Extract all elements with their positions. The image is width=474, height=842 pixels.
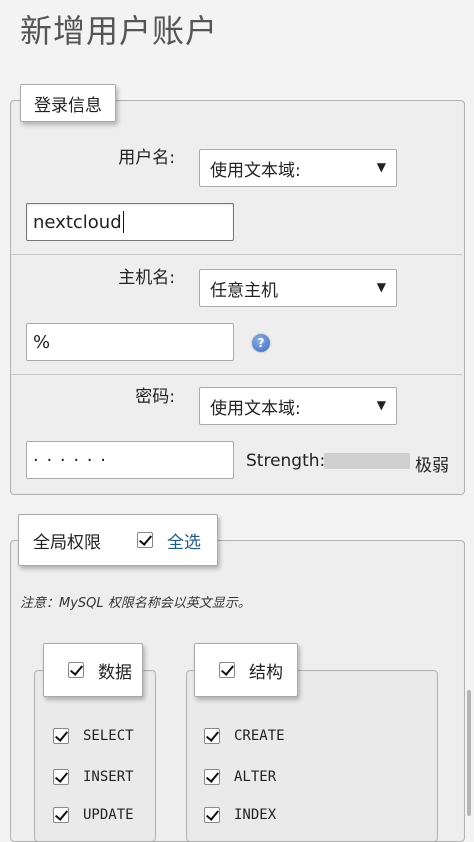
update-privilege-checkbox[interactable]	[53, 807, 69, 823]
caret-down-icon: ▼	[376, 160, 386, 174]
data-group-legend: 数据	[43, 643, 143, 697]
divider	[11, 374, 462, 375]
username-input[interactable]: nextcloud	[26, 203, 234, 241]
select-all-checkbox[interactable]	[137, 532, 153, 548]
password-value: · · · · · ·	[33, 449, 107, 471]
hostname-input[interactable]: %	[26, 323, 234, 361]
structure-group-checkbox[interactable]	[219, 662, 235, 678]
privilege-label: INDEX	[234, 807, 277, 823]
vertical-scrollbar[interactable]	[467, 690, 471, 816]
select-privilege-checkbox[interactable]	[53, 728, 69, 744]
username-value: nextcloud	[33, 211, 122, 233]
privilege-row-alter[interactable]: ALTER	[204, 769, 276, 785]
index-privilege-checkbox[interactable]	[204, 807, 220, 823]
login-info-legend-text: 登录信息	[34, 95, 102, 116]
privilege-row-update[interactable]: UPDATE	[53, 807, 134, 823]
caret-down-icon: ▼	[376, 280, 386, 294]
select-all-link[interactable]: 全选	[167, 528, 201, 553]
privilege-row-insert[interactable]: INSERT	[53, 769, 134, 785]
hostname-value: %	[33, 331, 51, 353]
privilege-row-select[interactable]: SELECT	[53, 728, 134, 744]
privilege-label: UPDATE	[83, 807, 134, 823]
global-privileges-legend-text: 全局权限	[33, 532, 101, 553]
strength-value: 极弱	[415, 456, 449, 476]
hostname-label: 主机名:	[118, 268, 175, 288]
privilege-label: CREATE	[234, 728, 285, 744]
password-type-select[interactable]: 使用文本域: ▼	[199, 387, 397, 425]
privilege-label: INSERT	[83, 769, 134, 785]
text-cursor	[122, 211, 125, 233]
privilege-note: 注意：MySQL 权限名称会以英文显示。	[20, 596, 251, 611]
help-icon[interactable]: ?	[252, 334, 270, 352]
structure-group-label: 结构	[249, 662, 283, 683]
privilege-row-index[interactable]: INDEX	[204, 807, 276, 823]
caret-down-icon: ▼	[376, 398, 386, 412]
privilege-row-create[interactable]: CREATE	[204, 728, 285, 744]
password-type-value: 使用文本域:	[210, 398, 301, 419]
privilege-label: ALTER	[234, 769, 277, 785]
strength-label: Strength:	[246, 451, 326, 471]
privilege-label: SELECT	[83, 728, 134, 744]
insert-privilege-checkbox[interactable]	[53, 769, 69, 785]
structure-group-legend: 结构	[194, 643, 298, 697]
username-type-select[interactable]: 使用文本域: ▼	[199, 149, 397, 187]
divider	[11, 254, 462, 255]
hostname-type-select[interactable]: 任意主机 ▼	[199, 269, 397, 307]
username-label: 用户名:	[118, 148, 175, 168]
create-privilege-checkbox[interactable]	[204, 728, 220, 744]
alter-privilege-checkbox[interactable]	[204, 769, 220, 785]
data-group-label: 数据	[98, 662, 132, 683]
username-type-value: 使用文本域:	[210, 160, 301, 181]
hostname-type-value: 任意主机	[210, 280, 278, 301]
global-privileges-legend: 全局权限 全选	[18, 514, 218, 566]
strength-meter	[324, 453, 410, 469]
login-info-legend: 登录信息	[20, 84, 116, 122]
data-group-checkbox[interactable]	[68, 662, 84, 678]
page-title: 新增用户账户	[20, 12, 219, 50]
password-input[interactable]: · · · · · ·	[26, 441, 234, 479]
password-label: 密码:	[135, 387, 175, 407]
